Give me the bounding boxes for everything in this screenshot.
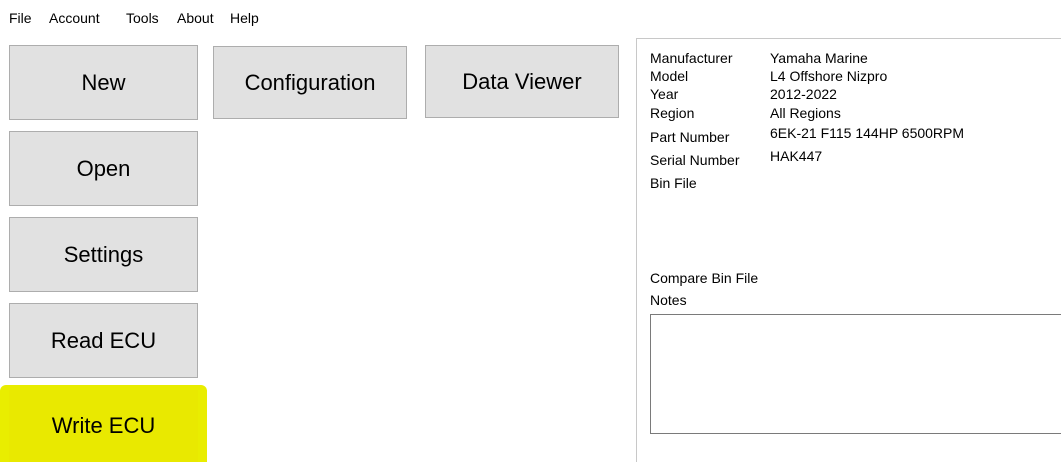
manufacturer-value: Yamaha Marine — [770, 50, 868, 66]
manufacturer-label: Manufacturer — [650, 50, 733, 66]
part-number-value: 6EK-21 F115 144HP 6500RPM — [770, 125, 965, 141]
settings-button[interactable]: Settings — [9, 217, 198, 292]
serial-number-label: Serial Number — [650, 152, 740, 168]
menu-tools[interactable]: Tools — [126, 10, 159, 26]
ecu-info-panel: Manufacturer Yamaha Marine Model L4 Offs… — [636, 38, 1061, 462]
year-value: 2012-2022 — [770, 86, 837, 102]
menu-file[interactable]: File — [9, 10, 32, 26]
app-window: File Account Tools About Help New Open S… — [0, 0, 1061, 462]
compare-bin-file-label: Compare Bin File — [650, 270, 759, 286]
read-ecu-button[interactable]: Read ECU — [9, 303, 198, 378]
menu-help[interactable]: Help — [230, 10, 259, 26]
data-viewer-button[interactable]: Data Viewer — [425, 45, 619, 118]
serial-number-value: HAK447 — [770, 148, 823, 164]
model-label: Model — [650, 68, 689, 84]
part-number-label: Part Number — [650, 129, 730, 145]
menu-account[interactable]: Account — [49, 10, 100, 26]
open-button[interactable]: Open — [9, 131, 198, 206]
menu-bar: File Account Tools About Help — [0, 0, 1061, 40]
notes-textarea[interactable] — [650, 314, 1061, 434]
notes-label: Notes — [650, 292, 687, 308]
year-label: Year — [650, 86, 679, 102]
menu-about[interactable]: About — [177, 10, 214, 26]
new-button[interactable]: New — [9, 45, 198, 120]
region-label: Region — [650, 105, 695, 121]
region-value: All Regions — [770, 105, 841, 121]
write-ecu-button[interactable]: Write ECU — [9, 390, 198, 462]
model-value: L4 Offshore Nizpro — [770, 68, 888, 84]
configuration-button[interactable]: Configuration — [213, 46, 407, 119]
bin-file-label: Bin File — [650, 175, 697, 191]
